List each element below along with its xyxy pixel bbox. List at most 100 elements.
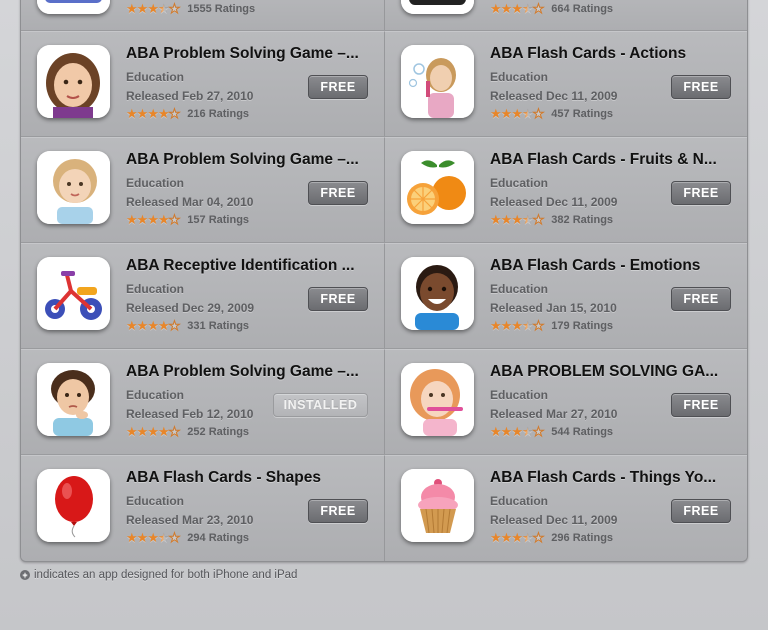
rating: ★ ★ ★ ★ ★ 157 Ratings (126, 212, 249, 228)
app-title[interactable]: ABA Flash Cards - Actions (490, 45, 734, 63)
app-title[interactable]: ABA Problem Solving Game –... (126, 45, 370, 63)
app-icon-partial[interactable] (401, 0, 474, 14)
rating-count: 179 Ratings (551, 320, 614, 332)
girl-toothbrush-icon[interactable] (401, 363, 474, 436)
app-title[interactable]: ABA Flash Cards - Emotions (490, 257, 734, 275)
rating: ★ ★ ★ ★ ★ 252 Ratings (126, 424, 249, 440)
star-rating: ★ ★ ★ ★ ★ (126, 424, 181, 440)
rating-count: 382 Ratings (551, 214, 614, 226)
free-button[interactable]: FREE (308, 75, 368, 99)
release-date: Released Mar 04, 2010 (126, 195, 254, 209)
app-row: ABA Problem Solving Game –... Education … (21, 137, 747, 243)
star-rating: ★ ★ ★ ★ ★ (126, 106, 181, 122)
balloon-icon[interactable] (37, 469, 110, 542)
star-rating: ★ ★ ★ ★ ★ (126, 212, 181, 228)
release-date: Released Dec 11, 2009 (490, 89, 618, 103)
app-category: Education (490, 282, 549, 296)
rating: ★ ★ ★ ★ ★ 382 Ratings (490, 212, 613, 228)
rating-count: 216 Ratings (187, 108, 250, 120)
app-cell[interactable]: ABA Problem Solving Game –... Education … (21, 349, 384, 454)
star-rating: ★ ★ ★ ★ ★ (126, 318, 181, 334)
release-date: Released Jan 15, 2010 (490, 301, 617, 315)
app-cell[interactable]: ABA Flash Cards - Fruits & N... Educatio… (384, 137, 747, 242)
release-date: Released Mar 23, 2010 (126, 513, 254, 527)
app-row: ABA Problem Solving Game –... Education … (21, 31, 747, 137)
app-icon-partial[interactable] (37, 0, 110, 14)
rating-count: 331 Ratings (187, 320, 250, 332)
app-category: Education (490, 494, 549, 508)
app-row: ★ ★ ★ ★ ★ 1555 Ratings ★ ★ ★ ★ ★ 664 Ratings (21, 0, 747, 31)
app-cell[interactable]: ABA Flash Cards - Things Yo... Education… (384, 455, 747, 561)
app-cell[interactable]: ABA Problem Solving Game –... Education … (21, 137, 384, 242)
app-title[interactable]: ABA Flash Cards - Fruits & N... (490, 151, 734, 169)
release-date: Released Dec 29, 2009 (126, 301, 255, 315)
app-cell[interactable]: ABA Problem Solving Game –... Education … (21, 31, 384, 136)
star-rating: ★ ★ ★ ★ ★ (490, 212, 545, 228)
installed-button[interactable]: INSTALLED (273, 393, 368, 417)
release-date: Released Dec 11, 2009 (490, 513, 618, 527)
app-cell[interactable]: ABA PROBLEM SOLVING GA... Education Rele… (384, 349, 747, 454)
rating-count: 157 Ratings (187, 214, 250, 226)
rating: ★ ★ ★ ★ ★ 664 Ratings (490, 1, 613, 17)
free-button[interactable]: FREE (308, 499, 368, 523)
app-title[interactable]: ABA PROBLEM SOLVING GA... (490, 363, 734, 381)
rating: ★ ★ ★ ★ ★ 216 Ratings (126, 106, 249, 122)
rating-count: 294 Ratings (187, 532, 250, 544)
girl-face-icon[interactable] (37, 45, 110, 118)
rating: ★ ★ ★ ★ ★ 294 Ratings (126, 530, 249, 546)
release-date: Released Dec 11, 2009 (490, 195, 618, 209)
release-date: Released Mar 27, 2010 (490, 407, 618, 421)
app-cell[interactable]: ABA Receptive Identification ... Educati… (21, 243, 384, 348)
star-rating: ★ ★ ★ ★ ★ (126, 1, 181, 17)
girl-bubbles-icon[interactable] (401, 45, 474, 118)
rating-count: 252 Ratings (187, 426, 250, 438)
orange-fruit-icon[interactable] (401, 151, 474, 224)
star-rating: ★ ★ ★ ★ ★ (490, 530, 545, 546)
free-button[interactable]: FREE (671, 393, 731, 417)
app-category: Education (490, 70, 549, 84)
rating: ★ ★ ★ ★ ★ 296 Ratings (490, 530, 613, 546)
rating-count: 457 Ratings (551, 108, 614, 120)
app-cell[interactable]: ABA Flash Cards - Shapes Education Relea… (21, 455, 384, 561)
girl-thinking-icon[interactable] (37, 151, 110, 224)
app-title[interactable]: ABA Flash Cards - Things Yo... (490, 469, 734, 487)
free-button[interactable]: FREE (671, 287, 731, 311)
release-date: Released Feb 12, 2010 (126, 407, 254, 421)
free-button[interactable]: FREE (671, 499, 731, 523)
free-button[interactable]: FREE (308, 287, 368, 311)
free-button[interactable]: FREE (671, 75, 731, 99)
boy-smiling-icon[interactable] (401, 257, 474, 330)
free-button[interactable]: FREE (308, 181, 368, 205)
rating-count: 544 Ratings (551, 426, 614, 438)
rating: ★ ★ ★ ★ ★ 331 Ratings (126, 318, 249, 334)
plus-icon: + (20, 570, 30, 580)
footer-text: indicates an app designed for both iPhon… (34, 569, 298, 581)
app-row: ABA Problem Solving Game –... Education … (21, 349, 747, 455)
boy-thinking-icon[interactable] (37, 363, 110, 436)
rating: ★ ★ ★ ★ ★ 1555 Ratings (126, 1, 255, 17)
app-row: ABA Receptive Identification ... Educati… (21, 243, 747, 349)
rating-count: 1555 Ratings (187, 3, 256, 15)
app-category: Education (126, 70, 185, 84)
app-title[interactable]: ABA Problem Solving Game –... (126, 363, 370, 381)
app-category: Education (126, 388, 185, 402)
footer-note: + indicates an app designed for both iPh… (20, 569, 297, 581)
app-cell[interactable]: ABA Flash Cards - Actions Education Rele… (384, 31, 747, 136)
app-title[interactable]: ABA Flash Cards - Shapes (126, 469, 370, 487)
free-button[interactable]: FREE (671, 181, 731, 205)
app-cell[interactable]: ABA Flash Cards - Emotions Education Rel… (384, 243, 747, 348)
app-category: Education (126, 176, 185, 190)
app-cell[interactable]: ★ ★ ★ ★ ★ 664 Ratings (384, 0, 747, 30)
tricycle-icon[interactable] (37, 257, 110, 330)
star-rating: ★ ★ ★ ★ ★ (490, 1, 545, 17)
app-title[interactable]: ABA Problem Solving Game –... (126, 151, 370, 169)
app-category: Education (126, 282, 185, 296)
star-rating: ★ ★ ★ ★ ★ (490, 106, 545, 122)
star-rating: ★ ★ ★ ★ ★ (490, 424, 545, 440)
app-cell[interactable]: ★ ★ ★ ★ ★ 1555 Ratings (21, 0, 384, 30)
app-category: Education (490, 176, 549, 190)
cupcake-icon[interactable] (401, 469, 474, 542)
app-title[interactable]: ABA Receptive Identification ... (126, 257, 370, 275)
rating: ★ ★ ★ ★ ★ 544 Ratings (490, 424, 613, 440)
star-rating: ★ ★ ★ ★ ★ (126, 530, 181, 546)
